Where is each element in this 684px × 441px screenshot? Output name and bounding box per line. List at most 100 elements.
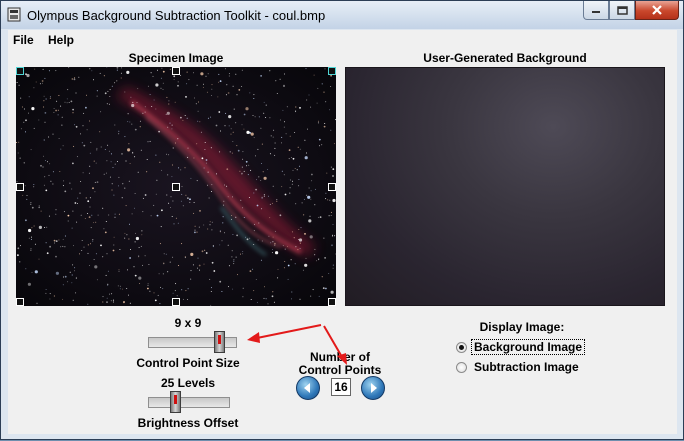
control-point[interactable] bbox=[16, 183, 24, 191]
star bbox=[88, 216, 91, 219]
star bbox=[197, 120, 199, 122]
star bbox=[232, 131, 234, 133]
star bbox=[335, 119, 336, 121]
option-background-image[interactable]: Background Image bbox=[456, 339, 586, 355]
star bbox=[281, 136, 283, 138]
star bbox=[43, 184, 45, 186]
star bbox=[218, 73, 220, 75]
star bbox=[332, 168, 335, 170]
control-point[interactable] bbox=[172, 67, 180, 75]
control-points-count-label-2: Control Points bbox=[298, 363, 382, 377]
control-point[interactable] bbox=[328, 67, 336, 75]
star bbox=[303, 198, 305, 200]
star bbox=[277, 277, 279, 279]
specimen-image[interactable] bbox=[16, 67, 336, 306]
increase-control-points-button[interactable] bbox=[361, 376, 385, 400]
star bbox=[96, 147, 98, 149]
control-point[interactable] bbox=[172, 298, 180, 306]
control-point[interactable] bbox=[16, 67, 24, 75]
decrease-control-points-button[interactable] bbox=[296, 376, 320, 400]
star bbox=[129, 257, 131, 259]
star bbox=[231, 256, 233, 258]
app-icon[interactable] bbox=[7, 7, 21, 22]
star bbox=[242, 296, 244, 298]
title-bar[interactable]: Olympus Background Subtraction Toolkit -… bbox=[1, 1, 683, 29]
star bbox=[103, 228, 105, 230]
star bbox=[49, 97, 51, 99]
star bbox=[249, 237, 251, 239]
star bbox=[178, 167, 180, 169]
star bbox=[187, 147, 189, 149]
star bbox=[147, 283, 149, 285]
star bbox=[75, 92, 77, 94]
star bbox=[291, 298, 292, 300]
close-button[interactable] bbox=[635, 1, 679, 20]
star bbox=[187, 156, 189, 158]
star bbox=[147, 284, 149, 286]
control-point[interactable] bbox=[328, 298, 336, 306]
star bbox=[38, 225, 42, 229]
radio-checked-icon[interactable] bbox=[456, 341, 467, 353]
star bbox=[321, 276, 323, 278]
brightness-offset-slider[interactable] bbox=[148, 391, 230, 413]
star bbox=[192, 264, 194, 266]
star bbox=[48, 174, 50, 176]
star bbox=[43, 155, 44, 157]
star bbox=[207, 73, 209, 75]
star bbox=[206, 91, 208, 93]
star bbox=[193, 212, 195, 214]
star bbox=[155, 108, 157, 110]
star bbox=[187, 197, 189, 200]
star bbox=[300, 227, 302, 229]
star bbox=[260, 127, 262, 129]
control-point[interactable] bbox=[172, 183, 180, 191]
menu-file[interactable]: File bbox=[13, 33, 34, 47]
star bbox=[197, 110, 199, 112]
star bbox=[19, 157, 21, 159]
star bbox=[173, 78, 175, 80]
star bbox=[221, 291, 223, 292]
star bbox=[256, 301, 258, 303]
control-points-count-field[interactable]: 16 bbox=[331, 378, 351, 396]
star bbox=[253, 94, 255, 96]
star bbox=[177, 81, 179, 83]
control-point[interactable] bbox=[328, 183, 336, 191]
star bbox=[245, 160, 248, 163]
minimize-button[interactable] bbox=[583, 1, 609, 20]
menu-help[interactable]: Help bbox=[48, 33, 74, 47]
background-image[interactable] bbox=[345, 67, 665, 306]
star bbox=[263, 195, 265, 197]
star bbox=[162, 82, 164, 84]
brightness-offset-thumb[interactable] bbox=[170, 391, 181, 413]
control-point-size-thumb[interactable] bbox=[214, 331, 225, 353]
star bbox=[118, 130, 120, 132]
star bbox=[44, 121, 46, 123]
star bbox=[233, 260, 235, 262]
star bbox=[158, 273, 160, 275]
control-point-size-slider[interactable] bbox=[148, 331, 237, 353]
star bbox=[284, 121, 285, 123]
star bbox=[290, 157, 292, 158]
star bbox=[324, 123, 326, 124]
star bbox=[231, 215, 233, 216]
star bbox=[213, 270, 216, 272]
star bbox=[299, 242, 301, 244]
star bbox=[269, 70, 271, 72]
star bbox=[307, 128, 308, 130]
star bbox=[240, 199, 242, 201]
star bbox=[25, 268, 27, 270]
maximize-button[interactable] bbox=[609, 1, 635, 20]
radio-unchecked-icon[interactable] bbox=[456, 361, 467, 373]
star bbox=[232, 288, 234, 290]
control-point[interactable] bbox=[16, 298, 24, 306]
star bbox=[146, 159, 148, 160]
star bbox=[159, 161, 161, 163]
star bbox=[274, 142, 276, 144]
star bbox=[282, 109, 284, 111]
option-subtraction-image[interactable]: Subtraction Image bbox=[456, 360, 579, 374]
star bbox=[238, 89, 241, 91]
star bbox=[85, 106, 87, 109]
star bbox=[253, 98, 255, 99]
star bbox=[108, 103, 110, 105]
star bbox=[110, 300, 112, 302]
